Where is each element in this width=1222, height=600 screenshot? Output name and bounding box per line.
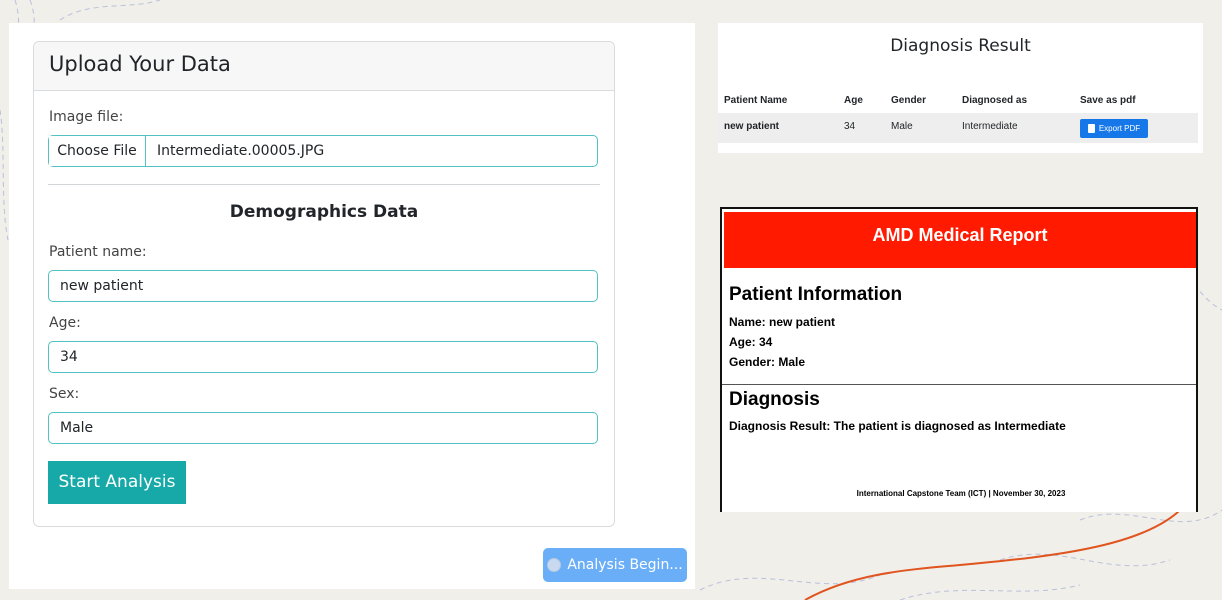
sex-label: Sex: [49, 386, 80, 402]
report-age-line: Age: 34 [729, 335, 773, 349]
report-footer: International Capstone Team (ICT) | Nove… [856, 489, 1066, 498]
diagnosis-result-panel: Diagnosis Result Patient Name Age Gender… [718, 23, 1203, 153]
loading-spinner-icon [547, 558, 562, 572]
export-pdf-label: Export PDF [1098, 124, 1141, 133]
report-diagnosis-line: Diagnosis Result: The patient is diagnos… [729, 419, 1066, 433]
patient-name-label: Patient name: [49, 244, 147, 260]
cell-age: 34 [844, 121, 856, 132]
image-file-input[interactable]: Choose File Intermediate.00005.JPG [48, 135, 598, 167]
diagnosis-result-title: Diagnosis Result [890, 36, 1031, 56]
cell-diagnosis: Intermediate [962, 121, 1018, 132]
report-title: AMD Medical Report [724, 212, 1196, 268]
upload-card: Upload Your Data Image file: Choose File… [33, 41, 615, 527]
col-save-as-pdf: Save as pdf [1080, 95, 1136, 106]
cell-patient-name: new patient [724, 121, 780, 132]
report-gender-line: Gender: Male [729, 355, 806, 369]
selected-file-name: Intermediate.00005.JPG [157, 143, 325, 159]
patient-info-heading: Patient Information [729, 284, 903, 305]
age-input[interactable]: 34 [48, 341, 598, 373]
cell-gender: Male [891, 121, 913, 132]
card-title: Upload Your Data [34, 42, 614, 91]
image-file-label: Image file: [49, 109, 124, 125]
diagnosis-heading: Diagnosis [729, 389, 820, 410]
analysis-begin-button[interactable]: Analysis Begin... [543, 548, 687, 582]
start-analysis-button[interactable]: Start Analysis [48, 461, 186, 504]
divider [48, 184, 600, 185]
age-label: Age: [49, 315, 81, 331]
col-age: Age [844, 95, 863, 106]
pdf-file-icon [1087, 124, 1095, 133]
report-name-line: Name: new patient [729, 315, 836, 329]
col-diagnosed-as: Diagnosed as [962, 95, 1028, 106]
demographics-title: Demographics Data [229, 202, 419, 222]
medical-report: AMD Medical Report Patient Information N… [720, 207, 1198, 512]
upload-section: Upload Your Data Image file: Choose File… [9, 23, 695, 589]
analysis-begin-label: Analysis Begin... [567, 557, 683, 573]
patient-name-input[interactable]: new patient [48, 270, 598, 302]
sex-input[interactable]: Male [48, 412, 598, 444]
choose-file-button[interactable]: Choose File [49, 136, 146, 166]
col-gender: Gender [891, 95, 927, 106]
col-patient-name: Patient Name [724, 95, 788, 106]
export-pdf-button[interactable]: Export PDF [1080, 119, 1148, 138]
report-divider [722, 384, 1196, 385]
